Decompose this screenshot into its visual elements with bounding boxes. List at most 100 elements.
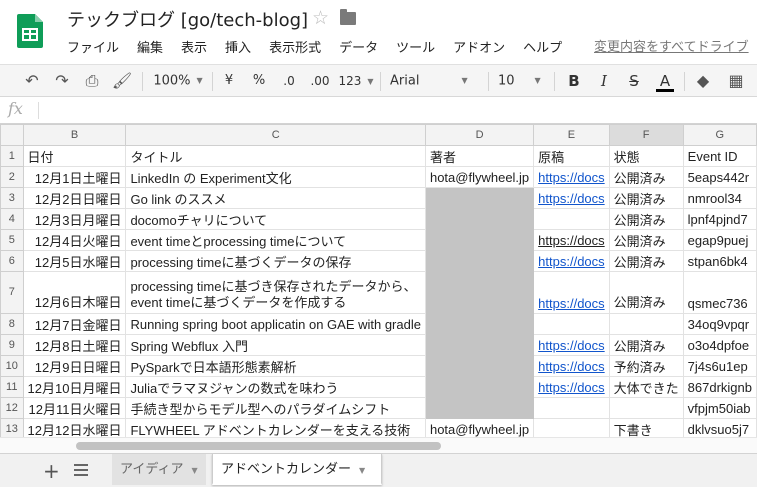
row-header[interactable]: 7 xyxy=(0,271,24,314)
cell-author-redacted[interactable] xyxy=(424,355,535,377)
chevron-down-icon[interactable]: ▼ xyxy=(191,466,197,475)
text-color-button[interactable]: A xyxy=(654,65,676,97)
row-header[interactable]: 10 xyxy=(0,355,24,377)
percent-button[interactable]: % xyxy=(250,65,268,97)
cell-title[interactable]: processing timeに基づき保存されたデータから、event time… xyxy=(125,271,426,314)
cell-draft[interactable] xyxy=(533,208,610,230)
scrollbar-thumb[interactable] xyxy=(76,442,441,450)
cell-draft[interactable] xyxy=(533,418,610,437)
cell-event-id[interactable]: lpnf4pjnd7 xyxy=(682,208,757,230)
decrease-decimal-button[interactable]: .0 xyxy=(278,65,300,97)
column-header[interactable]: E xyxy=(533,124,610,146)
row-header[interactable]: 2 xyxy=(0,166,24,188)
cell-status[interactable]: 公開済み xyxy=(608,271,684,314)
cell-title[interactable]: Running spring boot applicatin on GAE wi… xyxy=(125,313,426,335)
cell-event-id[interactable]: Event ID xyxy=(682,145,757,167)
row-header[interactable]: 1 xyxy=(0,145,24,167)
strikethrough-button[interactable]: S xyxy=(624,65,644,97)
star-icon[interactable]: ☆ xyxy=(312,7,329,29)
italic-button[interactable]: I xyxy=(594,65,614,97)
bold-button[interactable]: B xyxy=(564,65,584,97)
cell-draft[interactable]: 原稿 xyxy=(533,145,610,167)
paint-format-icon[interactable]: 🖌 xyxy=(110,65,134,97)
cell-event-id[interactable]: o3o4dpfoe xyxy=(682,334,757,356)
cell-event-id[interactable]: egap9puej xyxy=(682,229,757,251)
cell-event-id[interactable]: 867drkignb xyxy=(682,376,757,398)
cell-author-redacted[interactable] xyxy=(424,271,535,314)
cell-status[interactable]: 状態 xyxy=(608,145,684,167)
row-header[interactable]: 5 xyxy=(0,229,24,251)
cell-author-redacted[interactable] xyxy=(424,334,535,356)
cell-event-id[interactable]: 34oq9vpqr xyxy=(682,313,757,335)
undo-icon[interactable]: ↶ xyxy=(20,65,44,97)
cell-draft-link[interactable]: https://docs xyxy=(533,250,610,272)
cell-author[interactable]: hota@flywheel.jp xyxy=(424,418,535,437)
cell-draft-link[interactable]: https://docs xyxy=(533,271,610,314)
save-status-link[interactable]: 変更内容をすべてドライブ xyxy=(594,36,749,55)
font-size-select[interactable]: 10 ▼ xyxy=(498,65,548,97)
print-icon[interactable]: ⎙ xyxy=(80,65,104,97)
cell-status[interactable]: 公開済み xyxy=(608,187,684,209)
column-header[interactable]: C xyxy=(125,124,426,146)
sheet-tab-advent-calendar[interactable]: アドベントカレンダー ▼ xyxy=(212,454,382,485)
cell-date[interactable]: 12月7日金曜日 xyxy=(22,313,127,335)
row-header[interactable]: 9 xyxy=(0,334,24,356)
folder-icon[interactable] xyxy=(340,9,356,25)
cell-date[interactable]: 12月8日土曜日 xyxy=(22,334,127,356)
cell-date[interactable]: 12月11日火曜日 xyxy=(22,397,127,419)
borders-icon[interactable]: ▦ xyxy=(724,65,748,97)
document-title[interactable]: テックブログ [go/tech-blog] xyxy=(67,6,308,32)
row-header[interactable]: 8 xyxy=(0,313,24,335)
cell-title[interactable]: Spring Webflux 入門 xyxy=(125,334,426,356)
cell-event-id[interactable]: 5eaps442r xyxy=(682,166,757,188)
cell-author[interactable]: 著者 xyxy=(424,145,535,167)
redo-icon[interactable]: ↷ xyxy=(50,65,74,97)
cell-author[interactable]: hota@flywheel.jp xyxy=(424,166,535,188)
cell-title[interactable]: processing timeに基づくデータの保存 xyxy=(125,250,426,272)
cell-date[interactable]: 12月9日日曜日 xyxy=(22,355,127,377)
cell-author-redacted[interactable] xyxy=(424,187,535,209)
cell-draft-link[interactable]: https://docs xyxy=(533,376,610,398)
row-header[interactable]: 3 xyxy=(0,187,24,209)
row-header[interactable]: 12 xyxy=(0,397,24,419)
row-header[interactable]: 6 xyxy=(0,250,24,272)
cell-author-redacted[interactable] xyxy=(424,313,535,335)
cell-date[interactable]: 12月6日木曜日 xyxy=(22,271,127,314)
cell-draft[interactable] xyxy=(533,313,610,335)
cell-status[interactable]: 大体できた xyxy=(608,376,684,398)
formula-input[interactable] xyxy=(44,97,744,123)
cell-date[interactable]: 12月4日火曜日 xyxy=(22,229,127,251)
menu-help[interactable]: ヘルプ xyxy=(514,37,571,56)
sheets-logo-icon[interactable] xyxy=(17,14,43,48)
corner-cell[interactable] xyxy=(0,124,24,146)
cell-date[interactable]: 12月12日水曜日 xyxy=(22,418,127,437)
cell-author-redacted[interactable] xyxy=(424,229,535,251)
cell-title[interactable]: Go link のススメ xyxy=(125,187,426,209)
cell-date[interactable]: 12月2日日曜日 xyxy=(22,187,127,209)
cell-event-id[interactable]: vfpjm50iab xyxy=(682,397,757,419)
row-header[interactable]: 4 xyxy=(0,208,24,230)
column-header[interactable]: B xyxy=(22,124,127,146)
cell-draft-link[interactable]: https://docs xyxy=(533,334,610,356)
cell-draft-link[interactable]: https://docs xyxy=(533,166,610,188)
menu-edit[interactable]: 編集 xyxy=(128,37,172,56)
cell-event-id[interactable]: 7j4s6u1ep xyxy=(682,355,757,377)
cell-title[interactable]: FLYWHEEL アドベントカレンダーを支える技術 xyxy=(125,418,426,437)
cell-status[interactable]: 公開済み xyxy=(608,208,684,230)
cell-status[interactable] xyxy=(608,397,684,419)
cell-title[interactable]: PySparkで日本語形態素解析 xyxy=(125,355,426,377)
row-header[interactable]: 13 xyxy=(0,418,24,437)
menu-file[interactable]: ファイル xyxy=(58,37,128,56)
menu-tools[interactable]: ツール xyxy=(387,37,444,56)
currency-button[interactable]: ¥ xyxy=(220,65,238,97)
cell-status[interactable]: 公開済み xyxy=(608,229,684,251)
cell-title[interactable]: 手続き型からモデル型へのパラダイムシフト xyxy=(125,397,426,419)
all-sheets-menu-icon[interactable] xyxy=(74,464,88,476)
cell-status[interactable]: 公開済み xyxy=(608,334,684,356)
cell-author-redacted[interactable] xyxy=(424,376,535,398)
column-header[interactable]: F xyxy=(608,124,684,146)
column-header[interactable]: G xyxy=(682,124,757,146)
menu-data[interactable]: データ xyxy=(330,37,387,56)
cell-date[interactable]: 12月10日月曜日 xyxy=(22,376,127,398)
cell-draft[interactable] xyxy=(533,397,610,419)
